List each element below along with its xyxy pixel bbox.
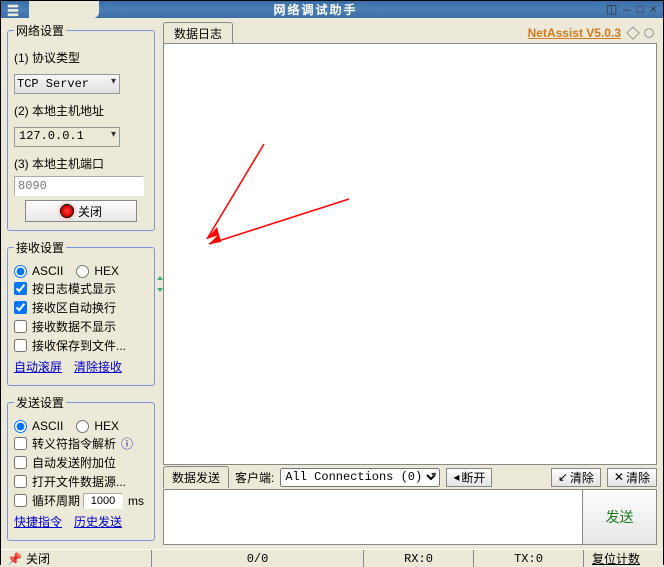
port-input[interactable] bbox=[14, 176, 144, 196]
log-tab[interactable]: 数据日志 bbox=[163, 22, 233, 45]
main-area: 网络设置 (1) 协议类型 TCP Server (2) 本地主机地址 127.… bbox=[1, 18, 663, 549]
auto-scroll-link[interactable]: 自动滚屏 bbox=[14, 358, 62, 375]
recv-ascii-label: ASCII bbox=[32, 264, 63, 278]
send-settings-legend: 发送设置 bbox=[14, 394, 66, 411]
status-state: 关闭 bbox=[26, 550, 50, 567]
status-rx: RX:0 bbox=[363, 550, 473, 567]
minimize-button[interactable]: — bbox=[623, 3, 630, 17]
recv-noshow-check[interactable] bbox=[14, 320, 27, 333]
send-escape-label: 转义符指令解析 bbox=[32, 435, 116, 452]
sidebar: 网络设置 (1) 协议类型 TCP Server (2) 本地主机地址 127.… bbox=[1, 18, 157, 549]
send-tab-data[interactable]: 数据发送 bbox=[163, 466, 229, 488]
send-filesrc-label: 打开文件数据源... bbox=[32, 473, 126, 490]
send-hex-radio[interactable] bbox=[76, 420, 89, 433]
send-button[interactable]: 发送 bbox=[583, 489, 657, 545]
recv-tofile-label: 接收保存到文件... bbox=[32, 337, 126, 354]
send-cycle-check[interactable] bbox=[14, 494, 27, 507]
send-settings-group: 发送设置 ASCII HEX 转义符指令解析 ⓘ 自动发送附加位 打开文件数据源.… bbox=[7, 394, 155, 541]
diamond-icon[interactable] bbox=[626, 26, 640, 40]
annotation-arrow-1 bbox=[199, 194, 359, 254]
send-tab-client: 客户端: bbox=[235, 469, 274, 486]
content-area: 数据日志 NetAssist V5.0.3 数据发送 客户端: All Conn… bbox=[163, 18, 663, 549]
send-filesrc-check[interactable] bbox=[14, 475, 27, 488]
recv-settings-group: 接收设置 ASCII HEX 按日志模式显示 接收区自动换行 接收数据不显示 接… bbox=[7, 239, 155, 386]
recv-settings-legend: 接收设置 bbox=[14, 239, 66, 256]
annotation-arrow-2 bbox=[199, 139, 279, 249]
recv-logmode-label: 按日志模式显示 bbox=[32, 280, 116, 297]
brand-label[interactable]: NetAssist V5.0.3 bbox=[528, 26, 621, 40]
window-controls: ◫ — □ × bbox=[606, 2, 663, 17]
log-header: 数据日志 NetAssist V5.0.3 bbox=[163, 22, 657, 44]
cycle-ms-label: ms bbox=[128, 494, 144, 508]
status-counter: 0/0 bbox=[151, 550, 363, 567]
send-append-label: 自动发送附加位 bbox=[32, 454, 116, 471]
port-label: (3) 本地主机端口 bbox=[14, 155, 148, 172]
listen-button[interactable]: 关闭 bbox=[25, 200, 137, 222]
recv-wrap-label: 接收区自动换行 bbox=[32, 299, 116, 316]
app-icon bbox=[1, 3, 25, 17]
titlebar-collapsed-region bbox=[29, 1, 99, 18]
send-header: 数据发送 客户端: All Connections (0) ◂ 断开 ↙ 清除 … bbox=[163, 465, 657, 489]
send-ascii-radio[interactable] bbox=[14, 420, 27, 433]
listen-button-label: 关闭 bbox=[78, 203, 102, 220]
recv-ascii-radio[interactable] bbox=[14, 265, 27, 278]
history-link[interactable]: 历史发送 bbox=[74, 513, 122, 530]
settings-icon[interactable] bbox=[642, 26, 656, 40]
info-icon[interactable]: ⓘ bbox=[121, 435, 133, 452]
close-button[interactable]: × bbox=[650, 3, 657, 17]
host-label: (2) 本地主机地址 bbox=[14, 102, 148, 119]
log-textarea[interactable] bbox=[163, 43, 657, 465]
send-escape-check[interactable] bbox=[14, 437, 27, 450]
status-tx: TX:0 bbox=[473, 550, 583, 567]
app-window: 网络调试助手 ◫ — □ × 网络设置 (1) 协议类型 TCP Server … bbox=[0, 0, 664, 565]
recv-tofile-check[interactable] bbox=[14, 339, 27, 352]
pin-icon[interactable]: ◫ bbox=[606, 2, 617, 17]
shortcut-link[interactable]: 快捷指令 bbox=[14, 513, 62, 530]
clear-left-button[interactable]: ↙ 清除 bbox=[551, 468, 601, 487]
send-textarea[interactable] bbox=[163, 489, 583, 545]
send-row: 发送 bbox=[163, 489, 657, 545]
send-ascii-label: ASCII bbox=[32, 419, 63, 433]
disconnect-button[interactable]: ◂ 断开 bbox=[446, 468, 492, 487]
host-select[interactable]: 127.0.0.1 bbox=[14, 127, 120, 147]
recv-hex-label: HEX bbox=[94, 264, 119, 278]
clear-recv-link[interactable]: 清除接收 bbox=[74, 358, 122, 375]
recv-noshow-label: 接收数据不显示 bbox=[32, 318, 116, 335]
recv-wrap-check[interactable] bbox=[14, 301, 27, 314]
titlebar: 网络调试助手 ◫ — □ × bbox=[1, 1, 663, 18]
connection-select[interactable]: All Connections (0) bbox=[280, 468, 440, 487]
send-cycle-label: 循环周期 bbox=[32, 492, 80, 509]
status-bar: 📌 关闭 0/0 RX:0 TX:0 复位计数 bbox=[1, 549, 663, 567]
title-text: 网络调试助手 bbox=[25, 1, 606, 18]
cycle-input[interactable] bbox=[83, 493, 123, 509]
net-settings-group: 网络设置 (1) 协议类型 TCP Server (2) 本地主机地址 127.… bbox=[7, 22, 155, 231]
status-dot-icon bbox=[60, 204, 74, 218]
pushpin-icon: 📌 bbox=[7, 552, 22, 566]
protocol-select[interactable]: TCP Server bbox=[14, 74, 120, 94]
send-hex-label: HEX bbox=[94, 419, 119, 433]
clear-right-button[interactable]: ✕ 清除 bbox=[607, 468, 657, 487]
recv-hex-radio[interactable] bbox=[76, 265, 89, 278]
reset-counter-link[interactable]: 复位计数 bbox=[583, 550, 663, 567]
send-append-check[interactable] bbox=[14, 456, 27, 469]
net-settings-legend: 网络设置 bbox=[14, 22, 66, 39]
recv-logmode-check[interactable] bbox=[14, 282, 27, 295]
protocol-label: (1) 协议类型 bbox=[14, 49, 148, 66]
maximize-button[interactable]: □ bbox=[637, 3, 644, 17]
